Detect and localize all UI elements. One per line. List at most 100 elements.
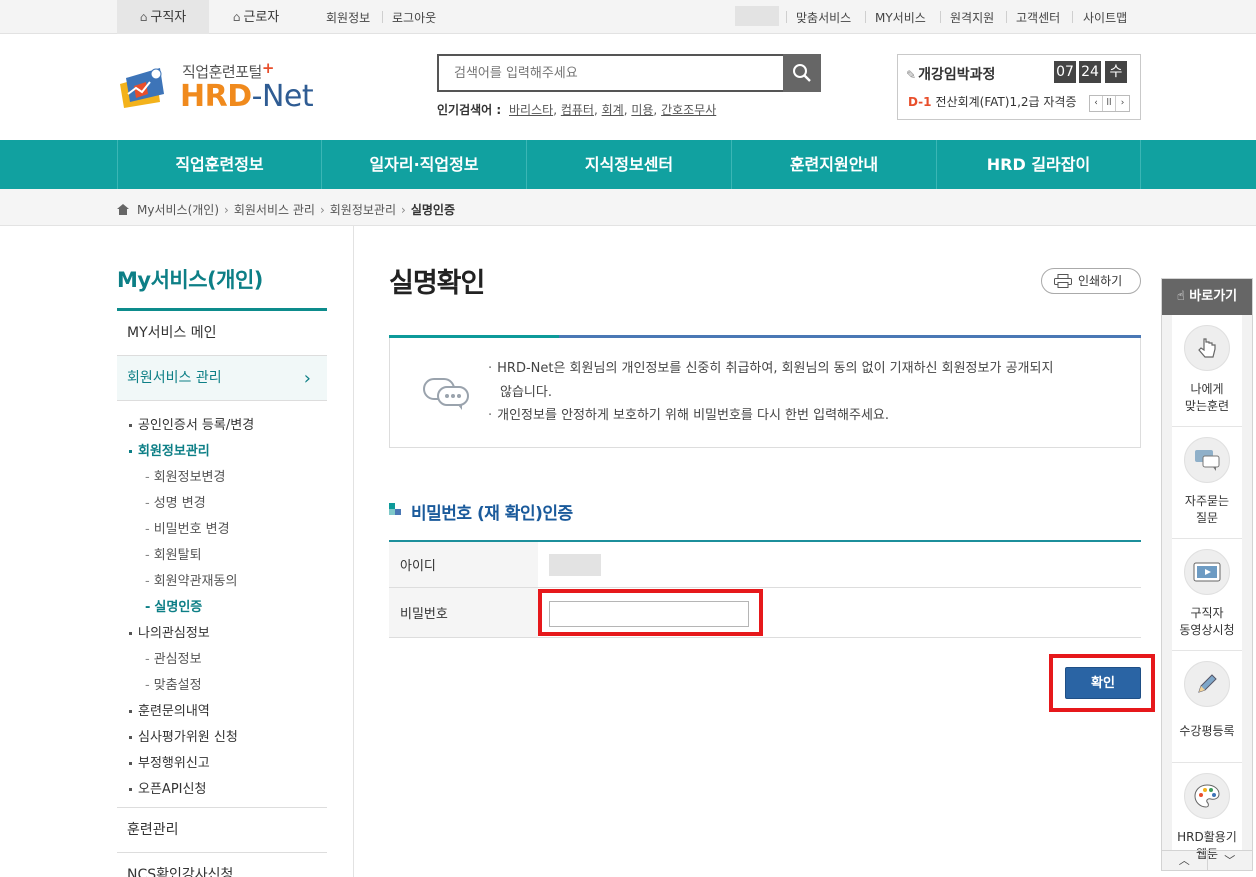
finger-icon: ☝ — [1176, 289, 1190, 304]
quick-item-videos[interactable]: 구직자 동영상시청 — [1172, 539, 1242, 651]
upcoming-course-box: ✎ 개강임박과정 07 24 수 D-1 전산회계(FAT)1,2급 자격증 ‹ l… — [897, 54, 1141, 120]
sidebar-item-member-service[interactable]: 회원서비스 관리 › — [117, 356, 327, 401]
nav-job-info[interactable]: 일자리·직업정보 — [321, 140, 526, 189]
breadcrumb-current: 실명인증 — [410, 203, 455, 217]
remote-support-link[interactable]: 원격지원 — [950, 9, 994, 26]
date-month: 07 — [1054, 61, 1076, 83]
sidebar-sub-interests[interactable]: 나의관심정보 — [129, 622, 210, 641]
hrd-net-logo[interactable]: 직업훈련포털+ HRD-Net — [116, 58, 316, 114]
password-label: 비밀번호 — [389, 588, 538, 637]
keyword-link[interactable]: 컴퓨터 — [561, 103, 594, 117]
chevron-right-icon: › — [401, 202, 406, 217]
sidebar-item-my-main[interactable]: MY서비스 메인 — [117, 311, 327, 356]
divider — [940, 11, 941, 23]
highlight-box — [538, 589, 763, 636]
date-weekday: 수 — [1105, 61, 1127, 83]
nav-training-info[interactable]: 직업훈련정보 — [117, 140, 321, 189]
chevron-right-icon: › — [224, 202, 229, 217]
quick-item-my-training[interactable]: 나에게 맞는훈련 — [1172, 315, 1242, 427]
prev-button[interactable]: ‹ — [1090, 96, 1103, 111]
sidebar-sub-open-api[interactable]: 오픈API신청 — [129, 778, 206, 797]
password-row: 비밀번호 — [389, 588, 1141, 638]
nav-knowledge-center[interactable]: 지식정보센터 — [526, 140, 731, 189]
top-utility-bar: ⌂ 구직자 ⌂ 근로자 회원정보 로그아웃 맞춤서비스 MY서비스 원격지원 고객센… — [0, 0, 1256, 34]
memo-icon: ✎ — [906, 68, 917, 82]
my-service-link[interactable]: MY서비스 — [875, 9, 926, 26]
keyword-link[interactable]: 미용 — [631, 103, 653, 117]
divider — [353, 226, 354, 877]
quick-item-faq[interactable]: 자주묻는 질문 — [1172, 427, 1242, 539]
pause-button[interactable]: ll — [1103, 96, 1116, 111]
popular-keywords: 인기검색어 : 바리스타, 컴퓨터, 회계, 미용, 간호조무사 — [437, 103, 717, 117]
sidebar-sub-report[interactable]: 부정행위신고 — [129, 752, 210, 771]
page-title: 실명확인 — [389, 268, 485, 299]
member-info-link[interactable]: 회원정보 — [326, 9, 370, 26]
home-icon: ⌂ — [139, 10, 148, 24]
notice-line: 않습니다. — [500, 385, 552, 400]
upcoming-course-link[interactable]: D-1 전산회계(FAT)1,2급 자격증 — [908, 93, 1077, 110]
sidebar-item-training[interactable]: 훈련관리 — [117, 808, 327, 853]
sidebar-sub-real-name[interactable]: - 실명인증 — [145, 596, 202, 615]
scroll-up-button[interactable]: ︿ — [1162, 851, 1208, 870]
keyword-link[interactable]: 간호조무사 — [661, 103, 716, 117]
quick-scroll-controls: ︿ ﹀ — [1162, 850, 1252, 870]
search-input[interactable] — [439, 56, 783, 90]
sidebar-sub-info-change[interactable]: - 회원정보변경 — [145, 466, 225, 485]
notice-box: · HRD-Net은 회원님의 개인정보를 신중히 취급하여, 회원님의 동의 없… — [389, 335, 1141, 448]
tab-worker[interactable]: ⌂ 근로자 — [210, 0, 302, 34]
sidebar-sub-member-info[interactable]: 회원정보관리 — [129, 440, 210, 459]
sidebar-item-ncs[interactable]: NCS확인강사신청 — [117, 853, 327, 877]
scroll-down-button[interactable]: ﹀ — [1208, 851, 1253, 870]
quick-item-review[interactable]: 수강평등록 — [1172, 651, 1242, 763]
sitemap-link[interactable]: 사이트맵 — [1083, 9, 1127, 26]
print-button[interactable]: 인쇄하기 — [1041, 268, 1141, 294]
sidebar-sub-custom-settings[interactable]: - 맞춤설정 — [145, 674, 202, 693]
logo-plus: + — [261, 59, 275, 77]
logo-net: Net — [261, 79, 314, 114]
keyword-link[interactable]: 바리스타 — [509, 103, 553, 117]
quick-links-panel: ☝ 바로가기 나에게 맞는훈련 자주묻는 질문 구직자 동영상시청 수강평등록 … — [1161, 278, 1253, 871]
divider — [865, 11, 866, 23]
upcoming-course-title: 개강임박과정 — [918, 67, 996, 83]
home-icon[interactable] — [117, 204, 129, 215]
notice-line: · 개인정보를 안정하게 보호하기 위해 비밀번호를 다시 한번 입력해주세요. — [488, 408, 889, 423]
sidebar-sub-password-change[interactable]: - 비밀번호 변경 — [145, 518, 230, 537]
custom-service-link[interactable]: 맞춤서비스 — [796, 9, 851, 26]
sidebar-sub-withdraw[interactable]: - 회원탈퇴 — [145, 544, 202, 563]
sidebar-sub-inquiries[interactable]: 훈련문의내역 — [129, 700, 210, 719]
search-icon — [793, 64, 811, 82]
section-marker-icon — [389, 503, 401, 515]
d-day-badge: D-1 — [908, 95, 932, 109]
tab-job-seeker[interactable]: ⌂ 구직자 — [117, 0, 209, 34]
quick-links-title: ☝ 바로가기 — [1162, 279, 1252, 315]
chevron-right-icon: › — [303, 368, 311, 389]
sidebar-sub-cert[interactable]: 공인인증서 등록/변경 — [129, 414, 254, 433]
sidebar-title: My서비스(개인) — [117, 268, 263, 292]
nav-training-support[interactable]: 훈련지원안내 — [731, 140, 936, 189]
notice-line: · HRD-Net은 회원님의 개인정보를 신중히 취급하여, 회원님의 동의 없… — [488, 361, 1054, 376]
breadcrumb-item[interactable]: 회원정보관리 — [330, 201, 396, 218]
chat-bubble-icon — [423, 378, 469, 410]
left-sidebar: My서비스(개인) MY서비스 메인 회원서비스 관리 › 공인인증서 등록/변… — [117, 226, 327, 877]
palette-icon — [1194, 784, 1220, 808]
chevron-right-icon: › — [319, 202, 325, 217]
keyword-link[interactable]: 회계 — [602, 103, 624, 117]
sidebar-sub-evaluator[interactable]: 심사평가위원 신청 — [129, 726, 238, 745]
breadcrumb-item[interactable]: My서비스(개인) — [137, 201, 219, 218]
divider — [382, 11, 383, 23]
highlight-box — [1049, 654, 1155, 712]
sidebar-sub-interest-info[interactable]: - 관심정보 — [145, 648, 202, 667]
breadcrumb: My서비스(개인) › 회원서비스 관리 › 회원정보관리 › 실명인증 — [117, 201, 455, 218]
course-controls: ‹ ll › — [1089, 95, 1130, 112]
divider — [786, 11, 787, 23]
nav-hrd-guide[interactable]: HRD 길라잡이 — [936, 140, 1141, 189]
main-navigation: 직업훈련정보 일자리·직업정보 지식정보센터 훈련지원안내 HRD 길라잡이 — [0, 140, 1256, 189]
breadcrumb-item[interactable]: 회원서비스 관리 — [234, 201, 315, 218]
sidebar-sub-terms-reagree[interactable]: - 회원약관재동의 — [145, 570, 237, 589]
next-button[interactable]: › — [1116, 96, 1129, 111]
logout-link[interactable]: 로그아웃 — [392, 9, 436, 26]
search-button[interactable] — [783, 54, 821, 92]
sidebar-sub-name-change[interactable]: - 성명 변경 — [145, 492, 206, 511]
video-icon — [1193, 562, 1221, 582]
customer-center-link[interactable]: 고객센터 — [1016, 9, 1060, 26]
